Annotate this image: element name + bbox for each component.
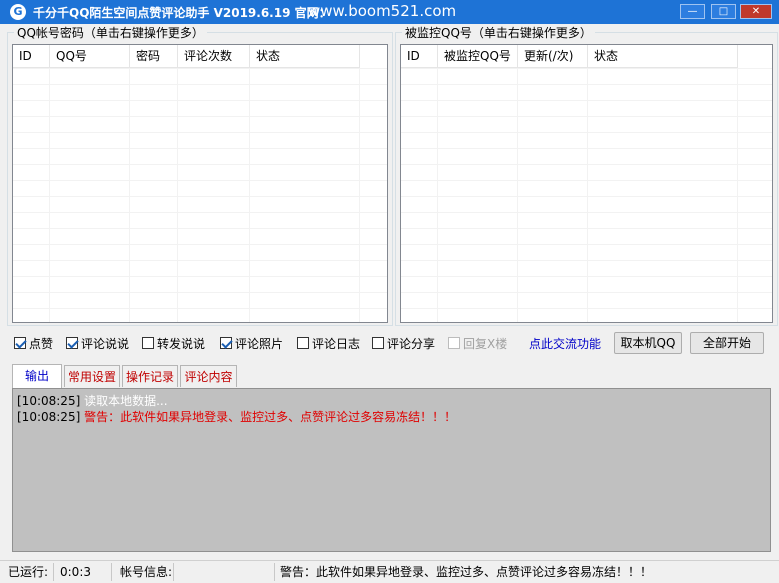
comment-diary-checkbox[interactable]: 评论日志 — [297, 335, 360, 351]
column-password[interactable]: 密码 — [130, 45, 178, 67]
checkbox-checked-icon — [220, 337, 232, 349]
column-monitored-qq[interactable]: 被监控QQ号 — [438, 45, 518, 67]
minimize-button[interactable]: — — [680, 4, 705, 19]
comment-share-checkbox[interactable]: 评论分享 — [372, 335, 435, 351]
qq-account-list-body[interactable] — [13, 68, 387, 322]
running-time: 0:0:3 — [60, 565, 91, 579]
column-status[interactable]: 状态 — [250, 45, 360, 67]
tab-output[interactable]: 输出 — [12, 364, 62, 388]
website-url: www.boom521.com — [308, 2, 457, 20]
checkbox-checked-icon — [14, 337, 26, 349]
monitored-qq-group-title: 被监控QQ号（单击右键操作更多） — [402, 24, 595, 41]
log-line: [10:08:25] 读取本地数据... — [17, 394, 168, 408]
column-qq[interactable]: QQ号 — [50, 45, 130, 67]
qq-account-list[interactable]: ID QQ号 密码 评论次数 状态 — [12, 44, 388, 323]
forward-post-checkbox[interactable]: 转发说说 — [142, 335, 205, 351]
log-line: [10:08:25] 警告：此软件如果异地登录、监控过多、点赞评论过多容易冻结！… — [17, 410, 457, 424]
comment-photo-checkbox[interactable]: 评论照片 — [220, 335, 283, 351]
tab-operation-log[interactable]: 操作记录 — [122, 365, 178, 387]
window-title: 千分千QQ陌生空间点赞评论助手 V2019.6.19 官网： — [33, 6, 331, 20]
title-bar[interactable]: G 千分千QQ陌生空间点赞评论助手 V2019.6.19 官网： www.boo… — [0, 0, 779, 24]
app-logo-icon: G — [10, 4, 26, 20]
reply-floor-checkbox[interactable]: 回复X楼 — [448, 335, 507, 351]
checkbox-unchecked-icon — [448, 337, 460, 349]
column-id[interactable]: ID — [13, 45, 50, 67]
checkbox-unchecked-icon — [297, 337, 309, 349]
qq-account-list-header: ID QQ号 密码 评论次数 状态 — [13, 45, 360, 68]
tab-comment-content[interactable]: 评论内容 — [180, 365, 237, 387]
start-all-button[interactable]: 全部开始 — [690, 332, 764, 354]
status-bar: 已运行: 0:0:3 帐号信息: 警告：此软件如果异地登录、监控过多、点赞评论过… — [0, 560, 779, 583]
get-local-qq-button[interactable]: 取本机QQ — [614, 332, 682, 354]
status-message: 警告：此软件如果异地登录、监控过多、点赞评论过多容易冻结！！！ — [280, 565, 653, 579]
feature-discussion-link[interactable]: 点此交流功能 — [529, 335, 601, 352]
maximize-button[interactable]: □ — [711, 4, 736, 19]
qq-account-group-title: QQ帐号密码（单击右键操作更多） — [14, 24, 207, 41]
comment-post-checkbox[interactable]: 评论说说 — [66, 335, 129, 351]
column-update-count[interactable]: 更新(/次) — [518, 45, 588, 67]
checkbox-checked-icon — [66, 337, 78, 349]
account-info-label: 帐号信息: — [120, 565, 173, 579]
running-label: 已运行: — [8, 565, 49, 579]
tab-common-settings[interactable]: 常用设置 — [64, 365, 120, 387]
monitored-qq-list[interactable]: ID 被监控QQ号 更新(/次) 状态 — [400, 44, 773, 323]
close-button[interactable]: ✕ — [740, 4, 772, 19]
checkbox-unchecked-icon — [142, 337, 154, 349]
column-comment-count[interactable]: 评论次数 — [178, 45, 250, 67]
output-log[interactable]: [10:08:25] 读取本地数据... [10:08:25] 警告：此软件如果… — [12, 388, 771, 552]
column-id[interactable]: ID — [401, 45, 438, 67]
column-status[interactable]: 状态 — [588, 45, 738, 67]
like-checkbox[interactable]: 点赞 — [14, 335, 53, 351]
monitored-qq-list-header: ID 被监控QQ号 更新(/次) 状态 — [401, 45, 738, 68]
checkbox-unchecked-icon — [372, 337, 384, 349]
